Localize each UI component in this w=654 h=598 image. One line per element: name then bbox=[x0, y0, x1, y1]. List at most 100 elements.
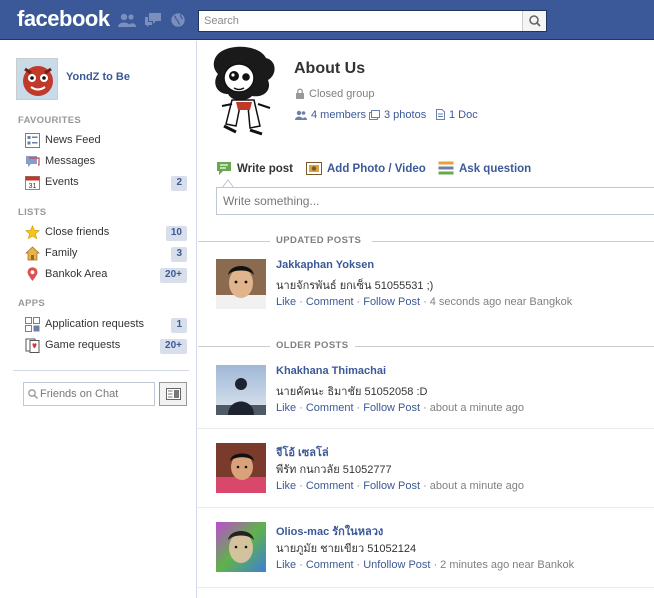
sidebar-item-family[interactable]: Family 3 bbox=[23, 244, 189, 264]
post-divider bbox=[198, 587, 654, 588]
profile-avatar[interactable] bbox=[16, 58, 58, 100]
lock-icon bbox=[295, 88, 305, 102]
like-link[interactable]: Like bbox=[276, 559, 296, 571]
tab-label: Write post bbox=[237, 163, 294, 175]
left-sidebar: YondZ to Be FAVOURITES News Feed Message… bbox=[0, 41, 197, 598]
updated-posts-divider: UPDATED POSTS bbox=[198, 235, 654, 247]
sidebar-item-label: Bankok Area bbox=[45, 268, 108, 280]
like-link[interactable]: Like bbox=[276, 296, 296, 308]
apps-heading: APPS bbox=[18, 298, 46, 309]
close-friends-count-badge: 10 bbox=[165, 226, 187, 241]
friend-requests-icon[interactable] bbox=[118, 12, 136, 28]
tab-ask-question[interactable]: Ask question bbox=[438, 160, 542, 178]
search-icon bbox=[529, 15, 541, 27]
facebook-logo[interactable]: facebook bbox=[17, 6, 110, 32]
group-photos-link[interactable]: 3 photos bbox=[369, 109, 426, 123]
sidebar-item-label: Application requests bbox=[45, 318, 145, 330]
post-text: พีรัท กนกวลัย 51052777 bbox=[276, 464, 392, 476]
sidebar-item-label: Messages bbox=[45, 155, 96, 167]
group-picture[interactable] bbox=[206, 46, 282, 142]
sidebar-item-close-friends[interactable]: Close friends 10 bbox=[23, 223, 189, 243]
follow-post-link[interactable]: Follow Post bbox=[363, 402, 420, 414]
sidebar-item-events[interactable]: 31 Events 2 bbox=[23, 173, 189, 193]
post-author-avatar[interactable] bbox=[216, 259, 266, 309]
chat-options-button[interactable] bbox=[159, 382, 187, 406]
post-timestamp[interactable]: about a minute ago bbox=[430, 480, 524, 492]
sidebar-item-application-requests[interactable]: Application requests 1 bbox=[23, 315, 189, 335]
favourites-heading: FAVOURITES bbox=[18, 115, 81, 126]
post-author-link[interactable]: Khakhana Thimachai bbox=[276, 365, 386, 377]
post-item: Jakkaphan Yoksen นายจักรพันธ์ ยกเซ็น 510… bbox=[198, 259, 654, 319]
follow-post-link[interactable]: Follow Post bbox=[363, 480, 420, 492]
sidebar-item-label: News Feed bbox=[45, 134, 101, 146]
svg-text:31: 31 bbox=[29, 183, 37, 190]
post-item: Khakhana Thimachai นายคัคนะ ธิมาชัย 5105… bbox=[198, 365, 654, 425]
events-count-badge: 2 bbox=[171, 176, 187, 191]
messages-icon bbox=[25, 154, 40, 169]
search-icon bbox=[28, 389, 39, 400]
game-requests-icon bbox=[25, 338, 40, 353]
group-privacy: Closed group bbox=[295, 88, 374, 102]
post-author-avatar[interactable] bbox=[216, 443, 266, 493]
composer-box bbox=[216, 187, 654, 215]
notifications-globe-icon[interactable] bbox=[169, 12, 187, 28]
post-author-link[interactable]: Olios-mac รักในหลวง bbox=[276, 522, 383, 540]
search-input[interactable] bbox=[199, 11, 521, 31]
comment-link[interactable]: Comment bbox=[306, 402, 354, 414]
like-link[interactable]: Like bbox=[276, 480, 296, 492]
post-actions: Like · Comment · Follow Post · about a minute … bbox=[276, 480, 524, 492]
write-post-icon bbox=[216, 160, 232, 176]
app-requests-icon bbox=[25, 317, 40, 332]
post-author-link[interactable]: จีโอ้ เซลโล่ bbox=[276, 443, 329, 461]
older-posts-divider: OLDER POSTS bbox=[198, 340, 654, 352]
sidebar-item-bankok-area[interactable]: Bankok Area 20+ bbox=[23, 265, 189, 285]
tab-write-post[interactable]: Write post bbox=[216, 160, 300, 178]
sidebar-item-label: Game requests bbox=[45, 339, 121, 351]
sidebar-item-news-feed[interactable]: News Feed bbox=[23, 131, 189, 151]
tab-add-photo-video[interactable]: Add Photo / Video bbox=[306, 160, 432, 178]
messages-jewel-icon[interactable] bbox=[144, 12, 162, 28]
post-timestamp[interactable]: about a minute ago bbox=[430, 402, 524, 414]
tab-label: Add Photo / Video bbox=[327, 163, 426, 175]
star-icon bbox=[24, 225, 41, 240]
comment-link[interactable]: Comment bbox=[306, 296, 354, 308]
ask-question-icon bbox=[438, 160, 454, 176]
write-something-input[interactable] bbox=[217, 188, 654, 214]
chat-list-icon bbox=[166, 388, 181, 400]
comment-link[interactable]: Comment bbox=[306, 480, 354, 492]
sidebar-item-game-requests[interactable]: Game requests 20+ bbox=[23, 336, 189, 356]
members-icon bbox=[295, 110, 307, 123]
comment-link[interactable]: Comment bbox=[306, 559, 354, 571]
group-docs-link[interactable]: 1 Doc bbox=[436, 109, 478, 123]
unfollow-post-link[interactable]: Unfollow Post bbox=[363, 559, 430, 571]
post-author-avatar[interactable] bbox=[216, 522, 266, 572]
members-count: 4 members bbox=[311, 109, 367, 121]
search-button[interactable] bbox=[522, 11, 546, 31]
sidebar-item-label: Family bbox=[45, 247, 78, 259]
document-icon bbox=[436, 109, 445, 123]
docs-count: 1 Doc bbox=[449, 109, 478, 121]
post-actions: Like · Comment · Follow Post · 4 seconds ago n… bbox=[276, 296, 573, 308]
older-posts-heading: OLDER POSTS bbox=[276, 340, 349, 351]
profile-name-link[interactable]: YondZ to Be bbox=[66, 71, 130, 83]
post-author-link[interactable]: Jakkaphan Yoksen bbox=[276, 259, 374, 271]
family-count-badge: 3 bbox=[171, 247, 187, 262]
post-actions: Like · Comment · Unfollow Post · 2 minutes ago… bbox=[276, 559, 575, 571]
tab-label: Ask question bbox=[459, 163, 532, 175]
game-requests-count-badge: 20+ bbox=[160, 339, 187, 354]
house-icon bbox=[25, 246, 40, 261]
sidebar-item-messages[interactable]: Messages bbox=[23, 152, 189, 172]
photos-icon bbox=[369, 110, 380, 123]
chat-search-box bbox=[23, 382, 155, 406]
post-divider bbox=[198, 507, 654, 508]
post-author-avatar[interactable] bbox=[216, 365, 266, 415]
post-timestamp[interactable]: 2 minutes ago near Bankok bbox=[440, 559, 574, 571]
post-text: นายจักรพันธ์ ยกเซ็น 51055531 ;) bbox=[276, 280, 434, 292]
friends-on-chat-input[interactable] bbox=[40, 385, 150, 403]
sidebar-item-label: Events bbox=[45, 176, 79, 188]
group-members-link[interactable]: 4 members bbox=[295, 109, 366, 123]
news-feed-icon bbox=[25, 133, 40, 148]
post-timestamp[interactable]: 4 seconds ago near Bangkok bbox=[430, 296, 573, 308]
follow-post-link[interactable]: Follow Post bbox=[363, 296, 420, 308]
like-link[interactable]: Like bbox=[276, 402, 296, 414]
